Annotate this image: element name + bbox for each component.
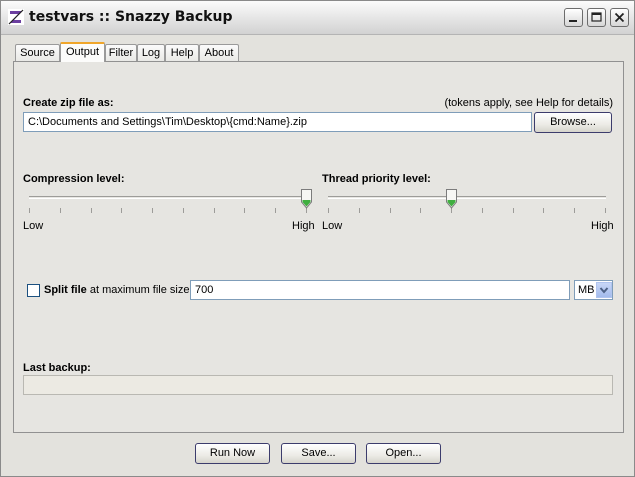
compression-slider-tick xyxy=(244,208,245,213)
priority-low-label: Low xyxy=(322,220,343,232)
split-file-label: Split file at maximum file size: xyxy=(44,284,193,296)
snazzy-backup-z-icon xyxy=(8,9,24,25)
priority-slider-tick xyxy=(513,208,514,213)
maximize-icon xyxy=(591,12,602,22)
close-button[interactable] xyxy=(610,8,629,27)
save-button[interactable]: Save... xyxy=(281,443,356,464)
run-now-button[interactable]: Run Now xyxy=(195,443,270,464)
priority-high-label: High xyxy=(591,220,614,232)
priority-slider-tick xyxy=(390,208,391,213)
priority-slider-tick xyxy=(359,208,360,213)
browse-button[interactable]: Browse... xyxy=(534,112,612,133)
tab-log[interactable]: Log xyxy=(137,44,165,61)
window-title: testvars :: Snazzy Backup xyxy=(29,9,233,25)
split-size-input[interactable]: 700 xyxy=(190,280,570,300)
compression-slider-tick xyxy=(152,208,153,213)
maximize-button[interactable] xyxy=(587,8,606,27)
priority-slider-thumb[interactable] xyxy=(446,189,457,209)
compression-level-slider[interactable] xyxy=(29,182,312,222)
thread-priority-slider[interactable] xyxy=(328,182,606,222)
close-icon xyxy=(614,12,625,23)
tab-help[interactable]: Help xyxy=(165,44,199,61)
output-tab-panel: Create zip file as: (tokens apply, see H… xyxy=(13,61,624,433)
compression-slider-tick xyxy=(121,208,122,213)
compression-slider-tick xyxy=(60,208,61,213)
minimize-button[interactable] xyxy=(564,8,583,27)
zip-file-label: Create zip file as: xyxy=(23,97,114,109)
chevron-down-icon[interactable] xyxy=(596,282,612,298)
tokens-hint: (tokens apply, see Help for details) xyxy=(444,97,613,109)
tab-source[interactable]: Source xyxy=(15,44,60,61)
priority-slider-tick xyxy=(328,208,329,213)
compression-low-label: Low xyxy=(23,220,44,232)
last-backup-label: Last backup: xyxy=(23,362,91,374)
minimize-icon xyxy=(569,20,577,22)
compression-slider-thumb[interactable] xyxy=(301,189,312,209)
app-window: testvars :: Snazzy Backup Source Output … xyxy=(0,0,635,477)
priority-slider-tick xyxy=(605,208,606,213)
priority-slider-tick xyxy=(574,208,575,213)
split-file-rest-label: at maximum file size: xyxy=(89,284,193,296)
compression-slider-track xyxy=(29,196,307,199)
compression-slider-tick xyxy=(183,208,184,213)
priority-slider-tick xyxy=(543,208,544,213)
split-file-bold-label: Split file xyxy=(44,284,87,296)
priority-slider-tick xyxy=(420,208,421,213)
compression-slider-tick xyxy=(214,208,215,213)
size-unit-select[interactable]: MB xyxy=(574,280,613,300)
compression-slider-tick xyxy=(29,208,30,213)
compression-slider-tick xyxy=(275,208,276,213)
zip-path-input[interactable]: C:\Documents and Settings\Tim\Desktop\{c… xyxy=(23,112,532,132)
tab-about[interactable]: About xyxy=(199,44,239,61)
compression-high-label: High xyxy=(292,220,315,232)
last-backup-progress-bar xyxy=(23,375,613,395)
priority-slider-track xyxy=(328,196,606,199)
size-unit-value: MB xyxy=(578,284,595,296)
tab-output[interactable]: Output xyxy=(60,42,105,62)
compression-slider-tick xyxy=(91,208,92,213)
open-button[interactable]: Open... xyxy=(366,443,441,464)
split-file-checkbox[interactable] xyxy=(27,284,40,297)
title-bar[interactable]: testvars :: Snazzy Backup xyxy=(1,1,634,35)
priority-slider-tick xyxy=(482,208,483,213)
tab-filter[interactable]: Filter xyxy=(105,44,137,61)
